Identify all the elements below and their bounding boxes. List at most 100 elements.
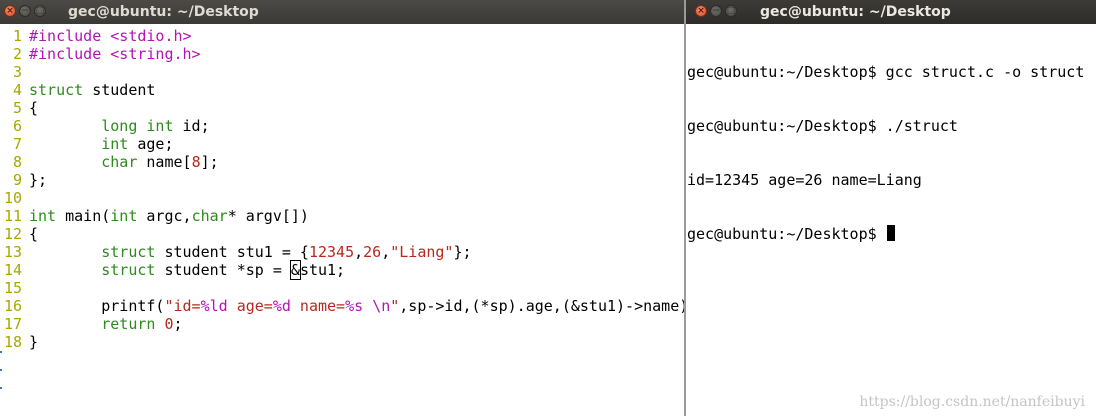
code-token: char xyxy=(191,207,228,225)
code-line[interactable]: 8 char name[8]; xyxy=(0,153,684,171)
code-token: student xyxy=(83,81,156,99)
right-window-title: gec@ubuntu: ~/Desktop xyxy=(760,4,951,20)
left-window-title: gec@ubuntu: ~/Desktop xyxy=(68,4,259,20)
line-number: 4 xyxy=(12,81,22,99)
code-line[interactable]: 5{ xyxy=(0,99,684,117)
code-line[interactable]: 14 struct student *sp = &stu1; xyxy=(0,260,684,280)
line-number: 13 xyxy=(3,243,22,261)
terminal-line: id=12345 age=26 name=Liang xyxy=(687,171,922,189)
line-number: 10 xyxy=(3,189,22,207)
tilde-marker xyxy=(0,351,3,359)
terminal-prompt: gec@ubuntu:~/Desktop$ xyxy=(687,225,886,243)
vim-terminal-window[interactable]: × − □ gec@ubuntu: ~/Desktop 1 #include <s… xyxy=(0,0,684,416)
code-token: #include <stdio.h> xyxy=(29,27,192,45)
code-token: 12345 xyxy=(308,243,355,261)
terminal-prompt-line[interactable]: gec@ubuntu:~/Desktop$ xyxy=(687,225,1084,243)
code-line[interactable]: 6 long int id; xyxy=(0,117,684,135)
right-title-bar[interactable]: × − □ gec@ubuntu: ~/Desktop xyxy=(686,0,1096,24)
code-line[interactable]: 3 xyxy=(0,63,684,81)
code-token: }; xyxy=(29,171,48,189)
code-line[interactable]: 12 { xyxy=(0,225,684,243)
minimize-icon[interactable]: − xyxy=(19,5,31,17)
code-line[interactable]: 1 #include <stdio.h> xyxy=(0,27,684,45)
code-token: int xyxy=(29,207,57,225)
code-token: int xyxy=(110,207,138,225)
code-token: , xyxy=(381,243,391,261)
code-line[interactable]: 13 struct student stu1 = {12345,26,"Lian… xyxy=(0,243,684,261)
code-line[interactable]: 7 int age; xyxy=(0,135,684,153)
code-token: long xyxy=(101,117,138,135)
line-number: 7 xyxy=(12,135,22,153)
minimize-icon[interactable]: − xyxy=(710,5,722,17)
maximize-icon[interactable]: □ xyxy=(725,5,737,17)
code-token: #include <string.h> xyxy=(29,45,201,63)
code-token: "Liang" xyxy=(390,243,454,261)
tilde-marker xyxy=(0,387,3,395)
code-token: name= xyxy=(290,297,346,315)
line-number: 9 xyxy=(12,171,22,189)
shell-terminal-window[interactable]: × − □ gec@ubuntu: ~/Desktop gec@ubuntu:~… xyxy=(686,0,1096,416)
code-token: ]; xyxy=(200,153,219,171)
line-number: 11 xyxy=(3,207,22,225)
line-number: 18 xyxy=(3,333,22,351)
code-line[interactable]: 11 int main(int argc,char* argv[]) xyxy=(0,207,684,225)
code-line[interactable]: 2 #include <string.h> xyxy=(0,45,684,63)
code-line[interactable]: 17 return 0; xyxy=(0,315,684,333)
code-token: struct xyxy=(101,261,156,279)
line-number: 2 xyxy=(12,45,22,63)
tilde-marker xyxy=(0,369,3,377)
code-token: ,sp->id,(*sp).age,(&stu1)->name) xyxy=(399,297,684,315)
line-number: 1 xyxy=(12,27,22,45)
maximize-icon[interactable]: □ xyxy=(34,5,46,17)
code-token: " xyxy=(390,297,400,315)
code-token: char xyxy=(101,153,138,171)
code-token: 26 xyxy=(363,243,382,261)
code-token: age; xyxy=(128,135,174,153)
code-token: struct xyxy=(101,243,156,261)
terminal-line: gec@ubuntu:~/Desktop$ gcc struct.c -o st… xyxy=(687,63,1085,81)
code-line[interactable]: 10 xyxy=(0,189,684,207)
line-number: 12 xyxy=(3,225,22,243)
code-token: %d xyxy=(272,297,291,315)
close-icon[interactable]: × xyxy=(4,5,16,17)
code-token: } xyxy=(29,333,39,351)
code-line[interactable]: 4 struct student xyxy=(0,81,684,99)
code-token: , xyxy=(354,243,364,261)
code-token: stu1; xyxy=(299,261,346,279)
code-token: student *sp = xyxy=(155,261,291,279)
terminal-cursor xyxy=(886,225,895,241)
line-number: 17 xyxy=(3,315,22,333)
code-token: printf( xyxy=(29,297,165,315)
code-token: ; xyxy=(173,315,183,333)
code-token: main( xyxy=(56,207,111,225)
line-number: 5 xyxy=(12,99,22,117)
code-line[interactable]: 18} xyxy=(0,333,684,351)
code-line[interactable]: 9}; xyxy=(0,171,684,189)
watermark: https://blog.csdn.net/nanfeibuyi xyxy=(859,394,1085,410)
code-token: id; xyxy=(173,117,210,135)
code-line[interactable]: 16 printf("id=%ld age=%d name=%s \n",sp-… xyxy=(0,297,684,315)
code-line[interactable]: 15 xyxy=(0,279,684,297)
close-icon[interactable]: × xyxy=(695,5,707,17)
code-token: argc, xyxy=(137,207,192,225)
code-token: struct xyxy=(29,81,84,99)
code-token: %s xyxy=(345,297,364,315)
left-title-bar[interactable]: × − □ gec@ubuntu: ~/Desktop xyxy=(0,0,684,24)
line-number: 3 xyxy=(12,63,22,81)
terminal-output[interactable]: gec@ubuntu:~/Desktop$ gcc struct.c -o st… xyxy=(687,27,1084,279)
code-token: { xyxy=(29,99,39,117)
line-number: 14 xyxy=(3,261,22,279)
code-token: { xyxy=(29,225,39,243)
empty-line-markers xyxy=(0,351,3,405)
code-editor[interactable]: 1 #include <stdio.h> 2 #include <string.h> 3… xyxy=(0,27,684,351)
code-token: "id= xyxy=(164,297,201,315)
code-token: 8 xyxy=(191,153,201,171)
code-token: int xyxy=(146,117,174,135)
